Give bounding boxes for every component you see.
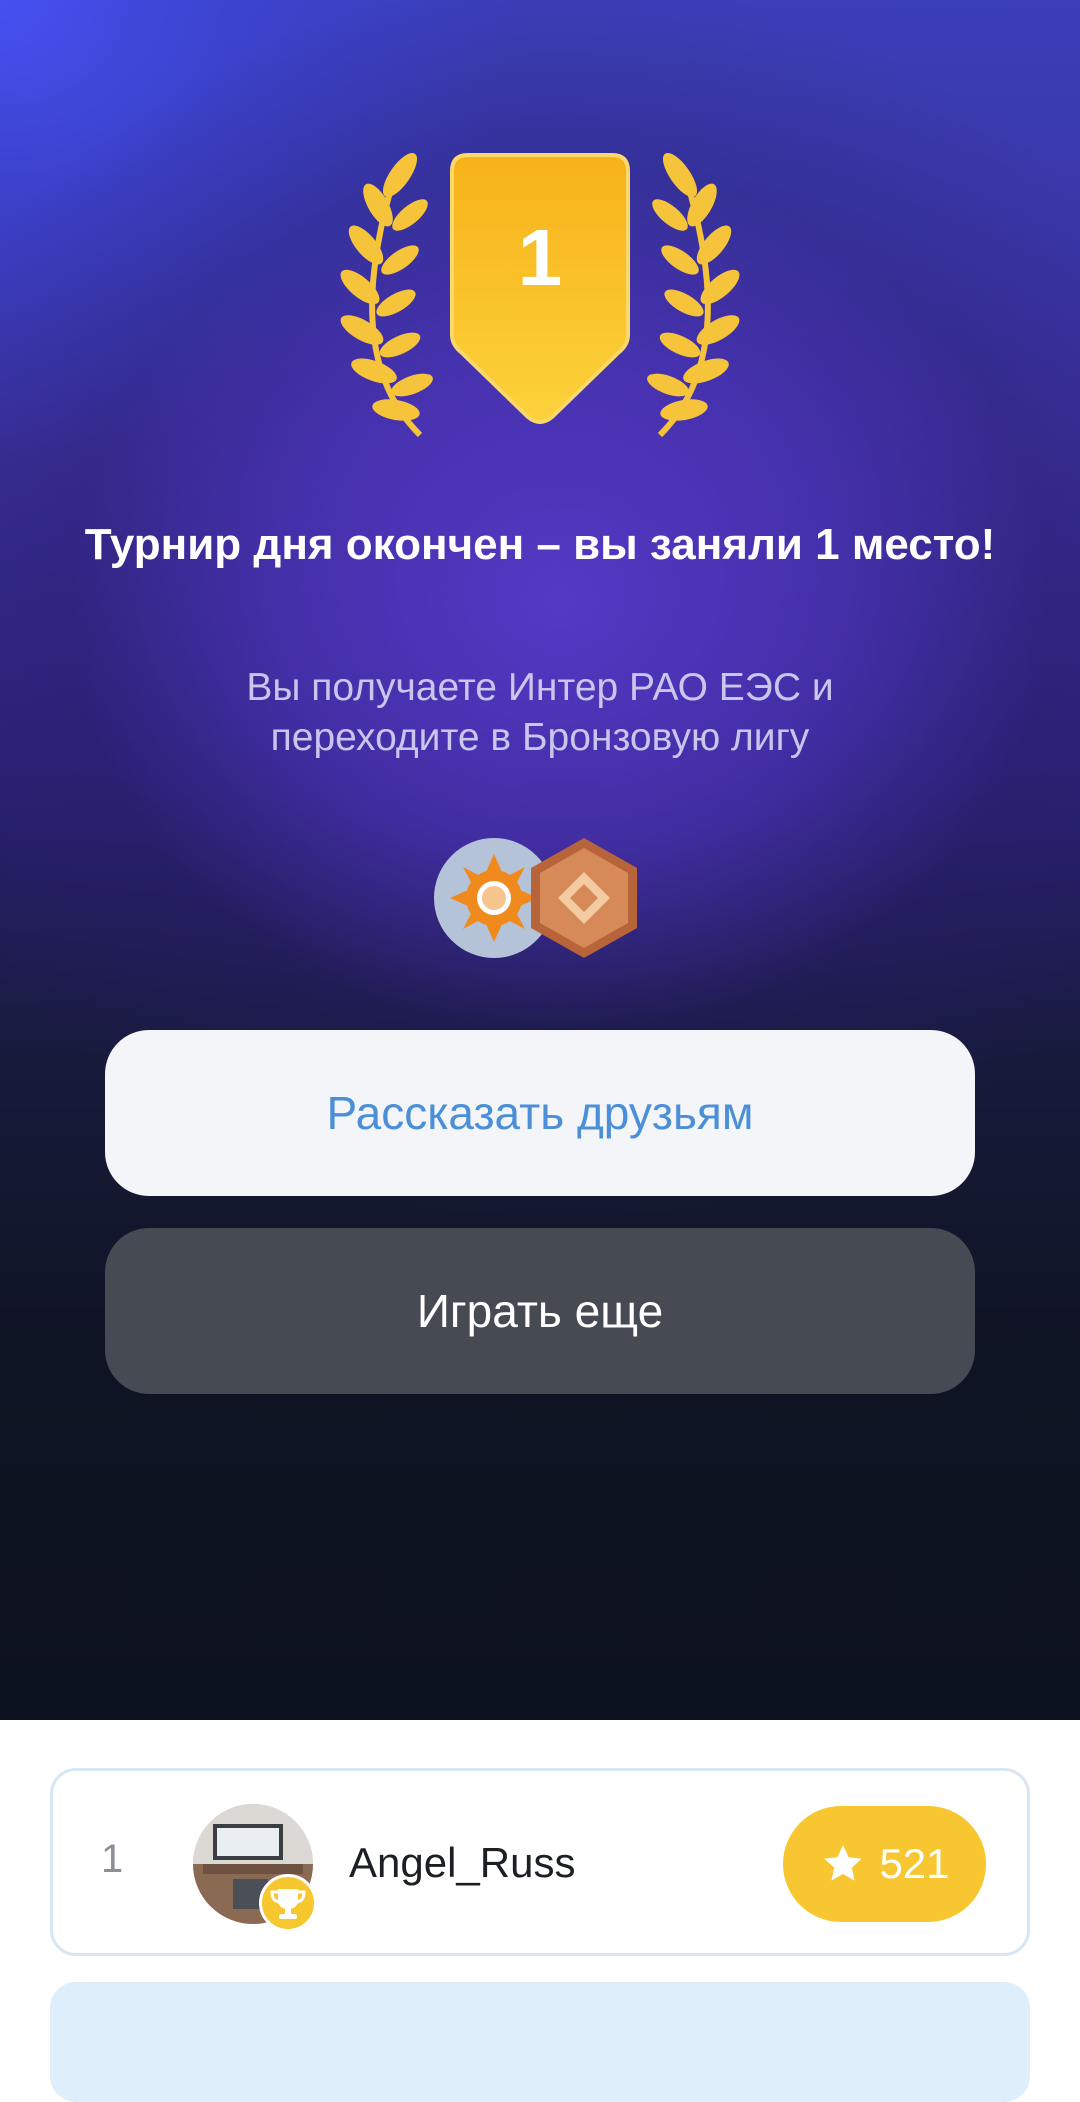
leaderboard-row[interactable]: 1 Angel_Russ 521 [50, 1768, 1030, 1956]
trophy-icon [259, 1874, 317, 1932]
star-icon [824, 1845, 863, 1881]
score-value: 521 [879, 1840, 950, 1887]
leaderboard-rank: 1 [101, 1837, 124, 1881]
first-place-award-icon: 1 [340, 152, 740, 438]
bronze-league-icon [531, 838, 637, 958]
result-title: Турнир дня окончен – вы заняли 1 место! [84, 520, 996, 569]
place-number: 1 [518, 213, 563, 302]
leaderboard-row-next[interactable] [50, 1982, 1030, 2102]
result-hero: 1 Турнир дня окончен – вы заняли 1 место… [0, 0, 1080, 1720]
laurel-left-icon [340, 152, 433, 438]
laurel-right-icon [647, 152, 740, 438]
reward-badges [434, 838, 637, 958]
share-with-friends-button[interactable]: Рассказать друзьям [105, 1030, 975, 1196]
play-again-button[interactable]: Играть еще [105, 1228, 975, 1394]
result-subtitle: Вы получаете Интер РАО ЕЭС и переходите … [246, 666, 834, 759]
score-badge: 521 [783, 1806, 986, 1922]
leaderboard-username: Angel_Russ [349, 1839, 576, 1886]
